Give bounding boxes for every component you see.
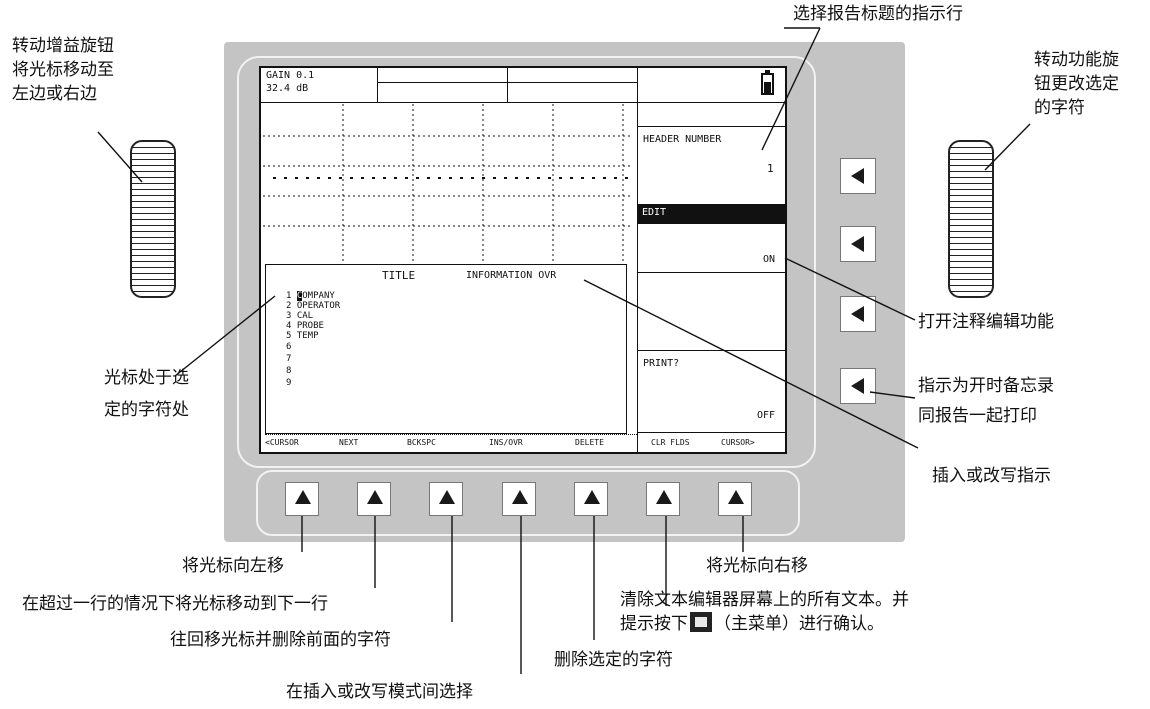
up-arrow-icon [656,490,672,504]
cursor-right-key[interactable] [718,482,752,516]
print-label: PRINT? [643,358,680,369]
up-arrow-icon [439,490,455,504]
up-arrow-icon [584,490,600,504]
waveform-grid [263,104,633,262]
edit-bar[interactable]: EDIT [638,204,786,224]
editor-line[interactable]: 4 PROBE [286,321,340,331]
gain-label: GAIN 0.1 [266,70,315,81]
editor-line[interactable]: 5 TEMP [286,331,340,341]
annotation-cursor-right: 将光标向右移 [706,556,808,576]
annotation-header-line: 选择报告标题的指示行 [793,4,963,24]
side-key-2[interactable] [840,226,876,262]
editor-line[interactable]: 9 [286,377,340,389]
header-inner-line [377,82,637,83]
menu-divider [637,432,787,433]
left-arrow-icon [851,236,864,252]
softkey-label-cursor-left: <CURSOR [265,438,299,447]
function-knob[interactable] [948,140,994,298]
annotation-ins-ovr-mode: 在插入或改写模式间选择 [286,682,473,702]
left-arrow-icon [851,378,864,394]
backspace-key[interactable] [429,482,463,516]
annotation-next-line: 在超过一行的情况下将光标移动到下一行 [22,594,328,614]
annotation-ins-ovr-indicator: 插入或改写指示 [932,466,1051,486]
side-key-3[interactable] [840,296,876,332]
up-arrow-icon [367,490,383,504]
editor-line[interactable]: 6 [286,341,340,353]
editor-line[interactable]: 2 OPERATOR [286,301,340,311]
annotation-cursor-position: 光标处于选 定的字符处 [104,368,189,420]
header-number-label: HEADER NUMBER [643,134,722,145]
left-arrow-icon [851,168,864,184]
editor-lines: 1 COMPANY 2 OPERATOR 3 CAL 4 PROBE 5 TEM… [286,291,340,389]
annotated-instrument-diagram: GAIN 0.1 32.4 dB TITLE INFORMATION OVR 1… [0,0,1150,709]
annotation-gain-knob: 转动增益旋钮 将光标移动至 左边或右边 [12,36,114,104]
annotation-delete-char: 删除选定的字符 [554,650,673,670]
next-key[interactable] [357,482,391,516]
softkey-label-clear-fields: CLR FLDS [651,438,690,447]
up-arrow-icon [512,490,528,504]
up-arrow-icon [728,490,744,504]
side-key-1[interactable] [840,158,876,194]
edit-label: EDIT [642,207,667,218]
header-cell-divider [377,68,378,102]
ins-ovr-key[interactable] [502,482,536,516]
annotation-print-memo: 指示为开时备忘录 同报告一起打印 [918,376,1054,426]
cursor-left-key[interactable] [285,482,319,516]
title-editor-box: TITLE INFORMATION OVR 1 COMPANY 2 OPERAT… [265,264,627,434]
left-arrow-icon [851,306,864,322]
battery-icon [761,70,774,95]
softkey-label-cursor-right: CURSOR> [721,438,755,447]
menu-divider [637,272,787,273]
softkey-label-next: NEXT [339,438,359,447]
softkey-label-delete: DELETE [575,438,604,447]
edit-value: ON [763,254,776,265]
header-cell-divider [507,68,508,102]
up-arrow-icon [295,490,311,504]
header-divider [261,102,785,103]
side-key-4[interactable] [840,368,876,404]
annotation-edit-on: 打开注释编辑功能 [918,312,1054,332]
editor-line-1[interactable]: 1 COMPANY [286,291,340,301]
editor-line[interactable]: 8 [286,365,340,377]
menu-divider [637,350,787,351]
softkey-label-ins-ovr: INS/OVR [489,438,523,447]
annotation-cursor-left: 将光标向左移 [182,556,284,576]
print-value: OFF [757,410,776,421]
delete-key[interactable] [574,482,608,516]
instrument-screen: GAIN 0.1 32.4 dB TITLE INFORMATION OVR 1… [259,66,787,454]
editor-line[interactable]: 3 CAL [286,311,340,321]
main-menu-icon [690,612,712,632]
gain-knob[interactable] [130,140,176,298]
gain-value: 32.4 dB [266,83,309,94]
menu-divider [637,126,787,127]
editor-title: TITLE [382,269,416,282]
clear-fields-key[interactable] [646,482,680,516]
softkey-label-backspace: BCKSPC [407,438,436,447]
annotation-function-knob: 转动功能旋 钮更改选定 的字符 [1034,50,1119,118]
annotation-clear-fields: 清除文本编辑器屏幕上的所有文本。并 提示按下 （主菜单）进行确认。 [620,590,909,634]
annotation-backspace: 往回移光标并删除前面的字符 [170,630,391,650]
header-number-value: 1 [767,162,774,175]
editor-line[interactable]: 7 [286,353,340,365]
insert-overwrite-indicator: INFORMATION OVR [466,270,557,281]
